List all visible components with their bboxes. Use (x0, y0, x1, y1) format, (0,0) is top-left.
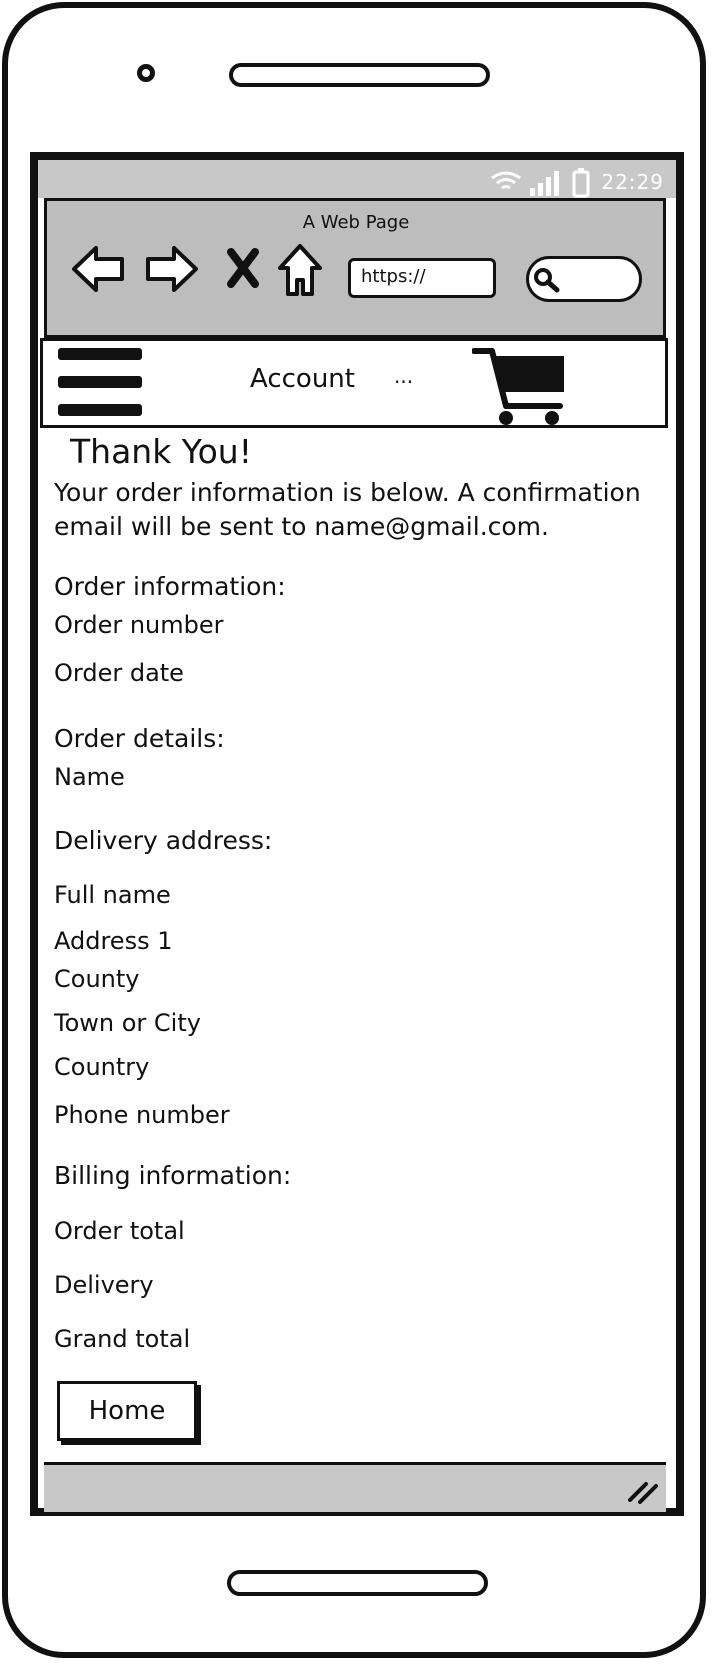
resize-handle-icon[interactable] (626, 1478, 660, 1504)
browser-bottom-bar (44, 1462, 666, 1512)
battery-icon (572, 168, 590, 198)
close-icon[interactable] (226, 248, 260, 288)
grand-total-label: Grand total (54, 1325, 191, 1353)
wifi-icon (491, 171, 521, 190)
delivery-address-title: Delivery address: (54, 826, 273, 855)
full-name-label: Full name (54, 881, 171, 909)
shopping-cart-icon[interactable] (472, 346, 568, 426)
more-link[interactable]: ... (394, 364, 413, 388)
address-1-label: Address 1 (54, 927, 173, 955)
country-label: Country (54, 1053, 150, 1081)
order-information-title: Order information: (54, 572, 286, 601)
hamburger-menu-icon[interactable] (58, 346, 144, 420)
order-total-label: Order total (54, 1217, 185, 1245)
billing-information-title: Billing information: (54, 1161, 292, 1190)
status-time: 22:29 (601, 170, 664, 194)
url-field[interactable]: https:// (348, 258, 496, 298)
back-arrow-icon[interactable] (70, 244, 126, 294)
camera-icon (137, 64, 155, 82)
home-key (227, 1570, 488, 1596)
page-title: Thank You! (70, 432, 252, 471)
status-icons (491, 168, 590, 198)
town-or-city-label: Town or City (54, 1009, 201, 1037)
browser-title: A Web Page (302, 212, 410, 233)
home-icon[interactable] (276, 242, 324, 298)
county-label: County (54, 965, 140, 993)
delivery-label: Delivery (54, 1271, 154, 1299)
signal-icon (530, 171, 559, 196)
order-date-label: Order date (54, 659, 184, 687)
search-icon[interactable] (532, 266, 560, 294)
home-button[interactable]: Home (57, 1381, 197, 1441)
phone-number-label: Phone number (54, 1101, 230, 1129)
intro-text: Your order information is below. A confi… (54, 478, 641, 541)
order-details-title: Order details: (54, 724, 225, 753)
name-label: Name (54, 763, 125, 791)
order-number-label: Order number (54, 611, 224, 639)
account-link[interactable]: Account (250, 364, 355, 394)
speaker-grille (229, 63, 490, 87)
forward-arrow-icon[interactable] (144, 244, 200, 294)
